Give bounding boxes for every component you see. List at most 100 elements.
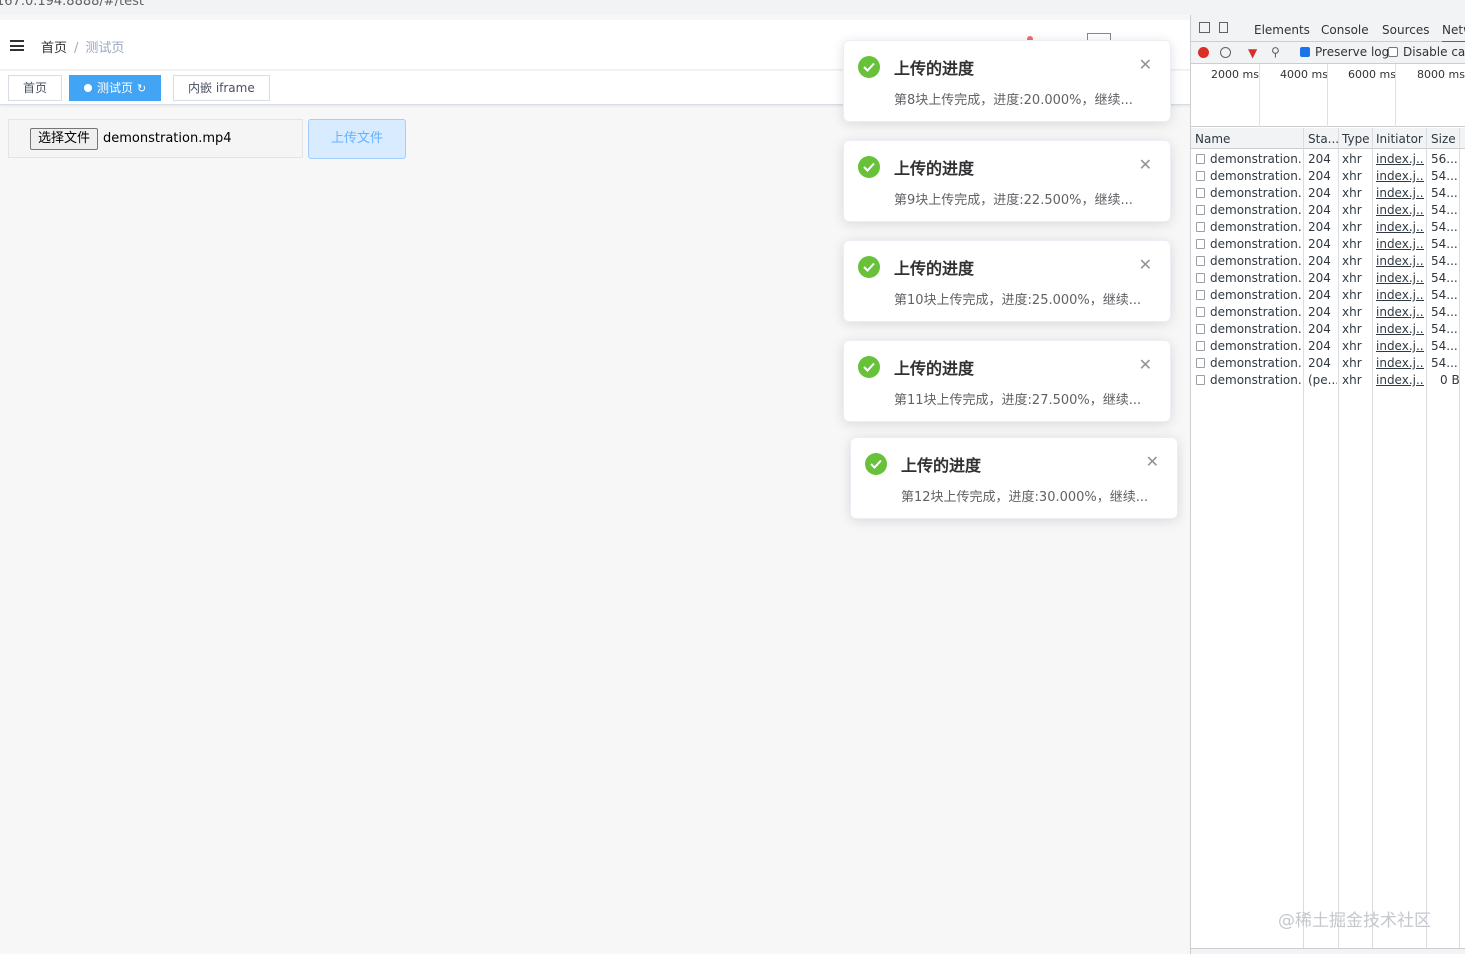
notification-title: 上传的进度 (894, 159, 975, 178)
table-row[interactable]: demonstration.... 204 xhr index.j... 54... (1191, 304, 1465, 321)
inspect-element-icon[interactable] (1199, 22, 1210, 33)
cell-type: xhr (1342, 186, 1362, 200)
table-row[interactable]: demonstration.... 204 xhr index.j... 54... (1191, 355, 1465, 372)
cell-type: xhr (1342, 339, 1362, 353)
cell-initiator[interactable]: index.j... (1376, 373, 1424, 387)
cell-initiator[interactable]: index.j... (1376, 254, 1424, 268)
cell-type: xhr (1342, 356, 1362, 370)
disable-cache-label: Disable cach (1403, 45, 1465, 59)
col-size[interactable]: Size (1431, 132, 1456, 146)
breadcrumb-current: 测试页 (85, 41, 125, 56)
cell-initiator[interactable]: index.j... (1376, 169, 1424, 183)
cell-type: xhr (1342, 305, 1362, 319)
request-file-icon (1196, 171, 1205, 181)
cell-size: 54... (1431, 220, 1458, 234)
devtools-panel: Elements Console Sources Netw ▼ ⚲ Preser… (1190, 15, 1465, 954)
table-row[interactable]: demonstration.... 204 xhr index.j... 54... (1191, 338, 1465, 355)
breadcrumb-home[interactable]: 首页 (41, 41, 67, 56)
cell-name: demonstration.... (1210, 152, 1302, 166)
cell-initiator[interactable]: index.j... (1376, 288, 1424, 302)
cell-status: 204 (1308, 271, 1331, 285)
notification: 上传的进度 第12块上传完成，进度:30.000%，继续... ✕ (850, 437, 1178, 519)
cell-initiator[interactable]: index.j... (1376, 237, 1424, 251)
success-check-icon (858, 56, 880, 78)
table-row[interactable]: demonstration.... 204 xhr index.j... 56... (1191, 151, 1465, 168)
request-file-icon (1196, 324, 1205, 334)
cell-initiator[interactable]: index.j... (1376, 152, 1424, 166)
cell-type: xhr (1342, 373, 1362, 387)
request-file-icon (1196, 205, 1205, 215)
success-check-icon (858, 256, 880, 278)
cell-type: xhr (1342, 169, 1362, 183)
table-row[interactable]: demonstration.... 204 xhr index.j... 54... (1191, 219, 1465, 236)
table-row[interactable]: demonstration.... 204 xhr index.j... 54... (1191, 202, 1465, 219)
close-icon[interactable]: ✕ (1139, 57, 1152, 73)
table-row[interactable]: demonstration.... 204 xhr index.j... 54... (1191, 168, 1465, 185)
tag-test-page[interactable]: 测试页 ↻ (69, 75, 162, 101)
clear-icon[interactable] (1220, 47, 1231, 58)
close-icon[interactable]: ✕ (1139, 357, 1152, 373)
filter-icon[interactable]: ▼ (1248, 46, 1257, 60)
table-row[interactable]: demonstration.... 204 xhr index.j... 54... (1191, 253, 1465, 270)
tag-home[interactable]: 首页 (8, 75, 63, 101)
cell-initiator[interactable]: index.j... (1376, 322, 1424, 336)
notification-message: 第11块上传完成，进度:27.500%，继续... (894, 393, 1142, 408)
tab-elements[interactable]: Elements (1254, 23, 1310, 37)
request-file-icon (1196, 273, 1205, 283)
col-status[interactable]: Sta... (1308, 132, 1339, 146)
cell-status: 204 (1308, 169, 1331, 183)
device-toolbar-icon[interactable] (1219, 22, 1228, 33)
col-type[interactable]: Type (1342, 132, 1370, 146)
cell-size: 54... (1431, 356, 1458, 370)
tab-console[interactable]: Console (1321, 23, 1369, 37)
table-row[interactable]: demonstration.... 204 xhr index.j... 54... (1191, 287, 1465, 304)
request-file-icon (1196, 256, 1205, 266)
tab-network[interactable]: Netw (1442, 23, 1465, 43)
cell-initiator[interactable]: index.j... (1376, 339, 1424, 353)
cell-initiator[interactable]: index.j... (1376, 356, 1424, 370)
hamburger-icon[interactable] (10, 40, 24, 51)
notification-message: 第9块上传完成，进度:22.500%，继续... (894, 193, 1133, 208)
table-row[interactable]: demonstration.... 204 xhr index.j... 54... (1191, 236, 1465, 253)
table-row[interactable]: demonstration.... 204 xhr index.j... 54... (1191, 321, 1465, 338)
table-row[interactable]: demonstration.... (pe... xhr index.j... 0 B (1191, 372, 1465, 389)
cell-initiator[interactable]: index.j... (1376, 186, 1424, 200)
table-row[interactable]: demonstration.... 204 xhr index.j... 54... (1191, 270, 1465, 287)
choose-file-button[interactable]: 选择文件 (30, 128, 99, 150)
network-timeline[interactable]: 2000 ms 4000 ms 6000 ms 8000 ms (1191, 64, 1465, 127)
record-icon[interactable] (1198, 47, 1209, 58)
watermark: @稀土掘金技术社区 (1278, 911, 1431, 931)
url-bar[interactable]: 167.0.194.8888/#/test (0, 0, 1465, 15)
notification-message: 第10块上传完成，进度:25.000%，继续... (894, 293, 1142, 308)
tag-iframe[interactable]: 内嵌 iframe (173, 75, 270, 101)
cell-name: demonstration.... (1210, 339, 1302, 353)
tab-sources[interactable]: Sources (1382, 23, 1429, 37)
col-name[interactable]: Name (1195, 132, 1230, 146)
selected-filename: demonstration.mp4 (103, 131, 232, 146)
active-dot-icon (84, 84, 92, 92)
cell-initiator[interactable]: index.j... (1376, 203, 1424, 217)
cell-size: 54... (1431, 271, 1458, 285)
cell-initiator[interactable]: index.j... (1376, 220, 1424, 234)
preserve-log-checkbox[interactable] (1300, 47, 1310, 57)
cell-size: 54... (1431, 237, 1458, 251)
col-initiator[interactable]: Initiator (1376, 132, 1423, 146)
cell-initiator[interactable]: index.j... (1376, 305, 1424, 319)
table-row[interactable]: demonstration.... 204 xhr index.j... 54... (1191, 185, 1465, 202)
close-icon[interactable]: ✕ (1139, 257, 1152, 273)
cell-name: demonstration.... (1210, 203, 1302, 217)
close-icon[interactable]: ✕ (1146, 454, 1159, 470)
cell-size: 54... (1431, 203, 1458, 217)
cell-size: 54... (1431, 169, 1458, 183)
disable-cache-checkbox[interactable] (1388, 47, 1398, 57)
cell-status: 204 (1308, 237, 1331, 251)
refresh-icon[interactable]: ↻ (137, 82, 146, 95)
cell-status: 204 (1308, 152, 1331, 166)
cell-initiator[interactable]: index.j... (1376, 271, 1424, 285)
close-icon[interactable]: ✕ (1139, 157, 1152, 173)
cell-type: xhr (1342, 237, 1362, 251)
file-input[interactable]: 选择文件 demonstration.mp4 (8, 119, 303, 158)
search-icon[interactable]: ⚲ (1271, 45, 1280, 59)
upload-button[interactable]: 上传文件 (308, 119, 406, 159)
notification: 上传的进度 第10块上传完成，进度:25.000%，继续... ✕ (843, 240, 1171, 322)
